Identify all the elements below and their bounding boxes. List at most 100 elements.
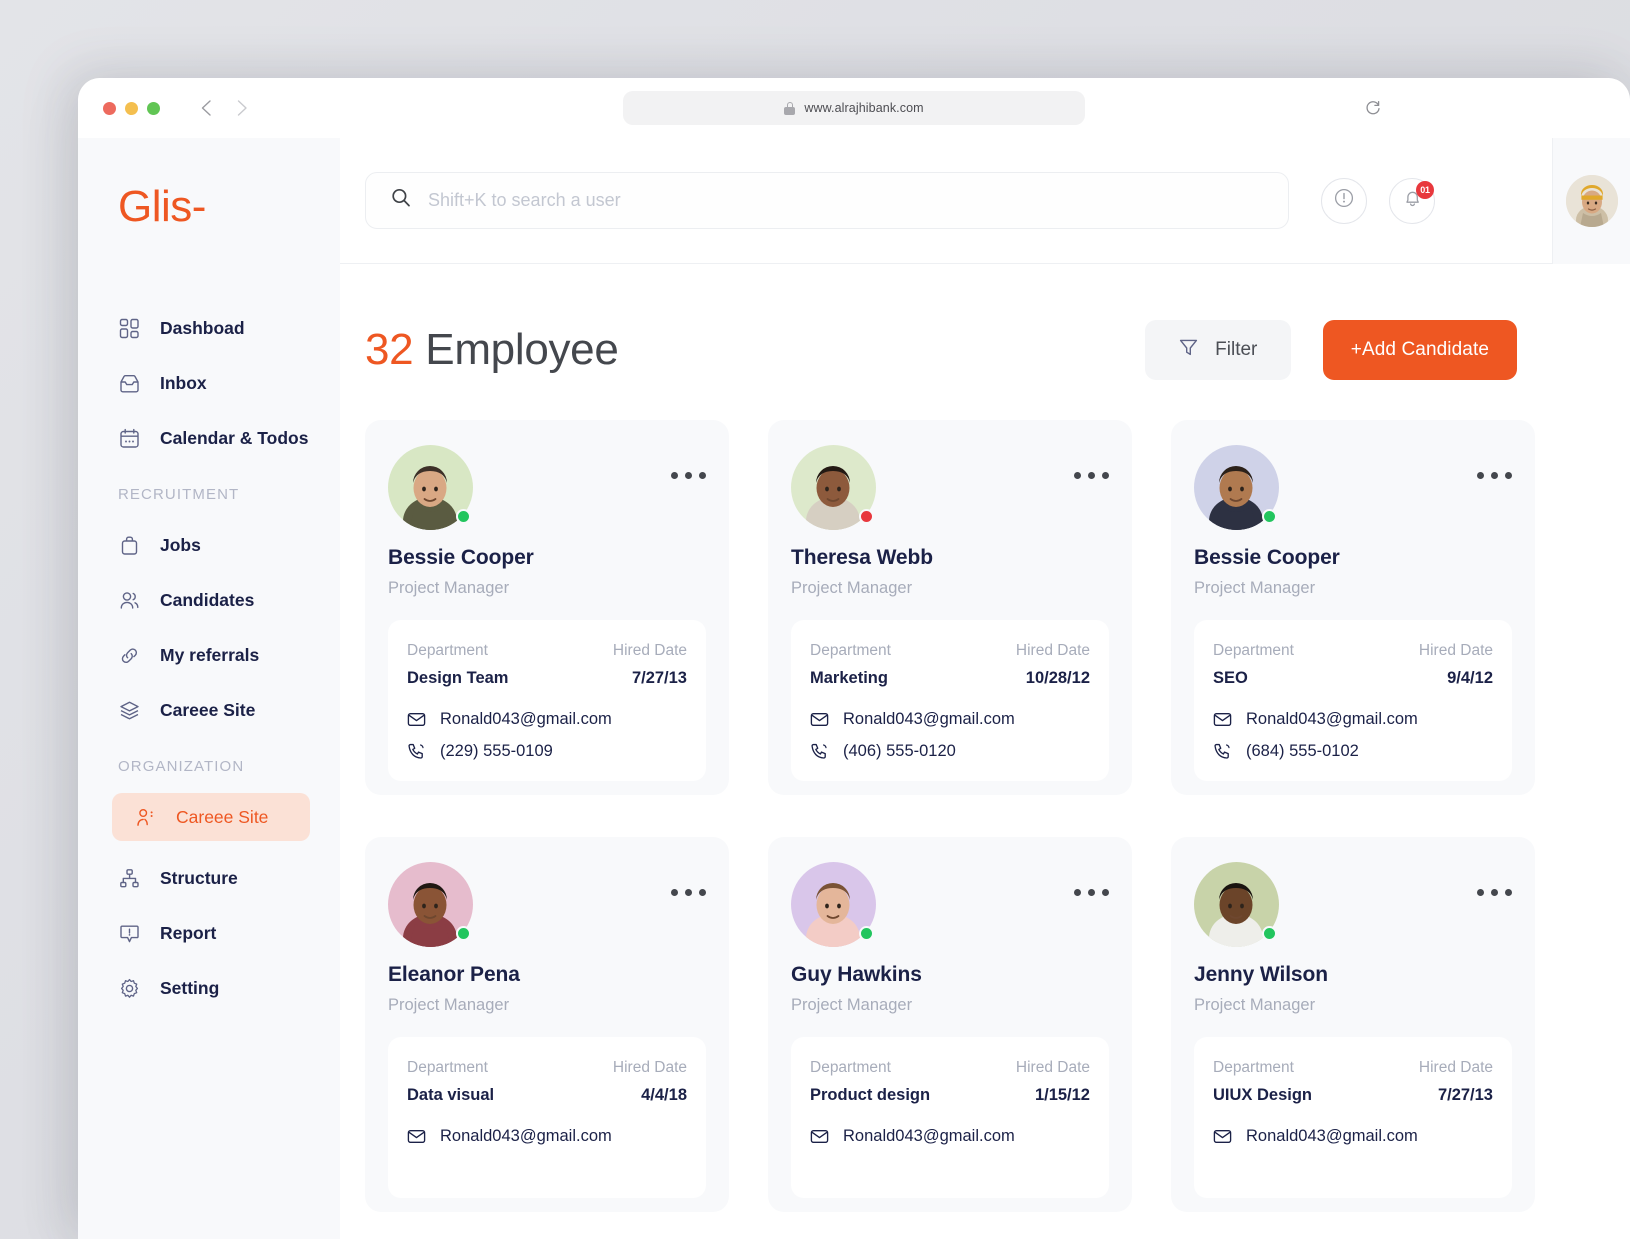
- add-candidate-button[interactable]: +Add Candidate: [1323, 320, 1517, 380]
- app-logo[interactable]: Glis-: [78, 182, 340, 232]
- reload-icon[interactable]: [1364, 99, 1382, 117]
- sidebar-item-label: Careee Site: [160, 700, 255, 721]
- more-horizontal-icon[interactable]: [1074, 862, 1109, 896]
- chevron-right-icon[interactable]: [232, 98, 252, 118]
- hired-date-label: Hired Date: [1419, 642, 1493, 660]
- employee-card[interactable]: Theresa Webb Project Manager Department …: [768, 420, 1132, 795]
- employee-email-row[interactable]: Ronald043@gmail.com: [407, 710, 687, 729]
- employee-meta-row: Department Data visual Hired Date 4/4/18: [407, 1059, 687, 1105]
- employee-grid: Bessie Cooper Project Manager Department…: [365, 420, 1630, 1212]
- employee-card-header: [388, 862, 706, 947]
- avatar[interactable]: [1566, 175, 1618, 227]
- sidebar-item-structure[interactable]: Structure: [78, 854, 320, 902]
- employee-role: Project Manager: [388, 579, 706, 598]
- top-bar-actions: 01: [1321, 178, 1435, 224]
- sidebar-item-dashboard[interactable]: Dashboad: [78, 304, 320, 352]
- employee-card[interactable]: Bessie Cooper Project Manager Department…: [365, 420, 729, 795]
- search-bar[interactable]: [365, 172, 1289, 229]
- employee-name: Theresa Webb: [791, 546, 1109, 570]
- employee-name: Bessie Cooper: [1194, 546, 1512, 570]
- hired-date-column: Hired Date 1/15/12: [1016, 1059, 1090, 1105]
- department-column: Department UIUX Design: [1213, 1059, 1419, 1105]
- profile-avatar-container[interactable]: [1552, 138, 1630, 264]
- employee-email: Ronald043@gmail.com: [1246, 1127, 1418, 1146]
- employee-email-row[interactable]: Ronald043@gmail.com: [407, 1127, 687, 1146]
- employee-phone-row[interactable]: (406) 555-0120: [810, 742, 1090, 761]
- mail-icon: [810, 1127, 829, 1146]
- employee-avatar: [1194, 862, 1279, 947]
- hired-date-column: Hired Date 10/28/12: [1016, 642, 1090, 688]
- filter-button[interactable]: Filter: [1145, 320, 1291, 380]
- maximize-window-button[interactable]: [147, 102, 160, 115]
- employee-details-panel: Department Data visual Hired Date 4/4/18…: [388, 1037, 706, 1198]
- notifications-button[interactable]: 01: [1389, 178, 1435, 224]
- employee-card[interactable]: Guy Hawkins Project Manager Department P…: [768, 837, 1132, 1212]
- hired-date-column: Hired Date 7/27/13: [613, 642, 687, 688]
- inbox-icon: [118, 372, 140, 394]
- department-label: Department: [407, 1059, 613, 1077]
- employee-avatar: [791, 862, 876, 947]
- department-label: Department: [810, 1059, 1016, 1077]
- employee-details-panel: Department SEO Hired Date 9/4/12 Ronald0…: [1194, 620, 1512, 781]
- employee-role: Project Manager: [388, 996, 706, 1015]
- help-button[interactable]: [1321, 178, 1367, 224]
- employee-email: Ronald043@gmail.com: [843, 710, 1015, 729]
- employee-card-header: [388, 445, 706, 530]
- close-window-button[interactable]: [103, 102, 116, 115]
- sidebar: Glis- Dashboad: [78, 138, 340, 1239]
- hired-date-value: 9/4/12: [1419, 669, 1493, 688]
- exclamation-circle-icon: [1333, 187, 1355, 214]
- employee-meta-row: Department Product design Hired Date 1/1…: [810, 1059, 1090, 1105]
- more-horizontal-icon[interactable]: [671, 445, 706, 479]
- employee-email-row[interactable]: Ronald043@gmail.com: [810, 710, 1090, 729]
- search-icon: [390, 187, 412, 214]
- employee-details-panel: Department Product design Hired Date 1/1…: [791, 1037, 1109, 1198]
- more-horizontal-icon[interactable]: [671, 862, 706, 896]
- chevron-left-icon[interactable]: [196, 98, 216, 118]
- employee-card[interactable]: Jenny Wilson Project Manager Department …: [1171, 837, 1535, 1212]
- minimize-window-button[interactable]: [125, 102, 138, 115]
- employee-phone-row[interactable]: (684) 555-0102: [1213, 742, 1493, 761]
- hired-date-label: Hired Date: [613, 642, 687, 660]
- status-badge: [456, 926, 471, 941]
- sidebar-item-jobs[interactable]: Jobs: [78, 521, 320, 569]
- sidebar-item-setting[interactable]: Setting: [78, 964, 320, 1012]
- page-title: 32 Employee: [365, 325, 619, 375]
- phone-icon: [1213, 742, 1232, 761]
- sidebar-item-label: My referrals: [160, 645, 259, 666]
- search-input[interactable]: [428, 190, 1264, 211]
- sidebar-item-my-referrals[interactable]: My referrals: [78, 631, 320, 679]
- sidebar-item-careee-site-active[interactable]: Careee Site: [112, 793, 310, 841]
- employee-card[interactable]: Bessie Cooper Project Manager Department…: [1171, 420, 1535, 795]
- employee-name: Bessie Cooper: [388, 546, 706, 570]
- phone-icon: [810, 742, 829, 761]
- employee-role: Project Manager: [1194, 996, 1512, 1015]
- sidebar-item-careee-site[interactable]: Careee Site: [78, 686, 320, 734]
- top-bar: 01: [340, 138, 1630, 264]
- employee-email-row[interactable]: Ronald043@gmail.com: [1213, 710, 1493, 729]
- employee-email-row[interactable]: Ronald043@gmail.com: [810, 1127, 1090, 1146]
- sidebar-item-candidates[interactable]: Candidates: [78, 576, 320, 624]
- employee-email-row[interactable]: Ronald043@gmail.com: [1213, 1127, 1493, 1146]
- link-icon: [118, 644, 140, 666]
- browser-window: www.alrajhibank.com Glis-: [78, 78, 1630, 1239]
- sidebar-item-report[interactable]: Report: [78, 909, 320, 957]
- employee-details-panel: Department UIUX Design Hired Date 7/27/1…: [1194, 1037, 1512, 1198]
- department-value: Design Team: [407, 669, 613, 688]
- more-horizontal-icon[interactable]: [1477, 445, 1512, 479]
- employee-card-header: [791, 862, 1109, 947]
- employee-avatar: [388, 445, 473, 530]
- employee-email: Ronald043@gmail.com: [440, 710, 612, 729]
- employee-meta-row: Department Design Team Hired Date 7/27/1…: [407, 642, 687, 688]
- window-controls: [103, 102, 160, 115]
- funnel-icon: [1178, 337, 1199, 364]
- more-horizontal-icon[interactable]: [1477, 862, 1512, 896]
- more-horizontal-icon[interactable]: [1074, 445, 1109, 479]
- mail-icon: [407, 710, 426, 729]
- sidebar-item-inbox[interactable]: Inbox: [78, 359, 320, 407]
- employee-card[interactable]: Eleanor Pena Project Manager Department …: [365, 837, 729, 1212]
- hired-date-label: Hired Date: [613, 1059, 687, 1077]
- address-bar[interactable]: www.alrajhibank.com: [623, 91, 1085, 125]
- employee-phone-row[interactable]: (229) 555-0109: [407, 742, 687, 761]
- sidebar-item-calendar[interactable]: Calendar & Todos: [78, 414, 320, 462]
